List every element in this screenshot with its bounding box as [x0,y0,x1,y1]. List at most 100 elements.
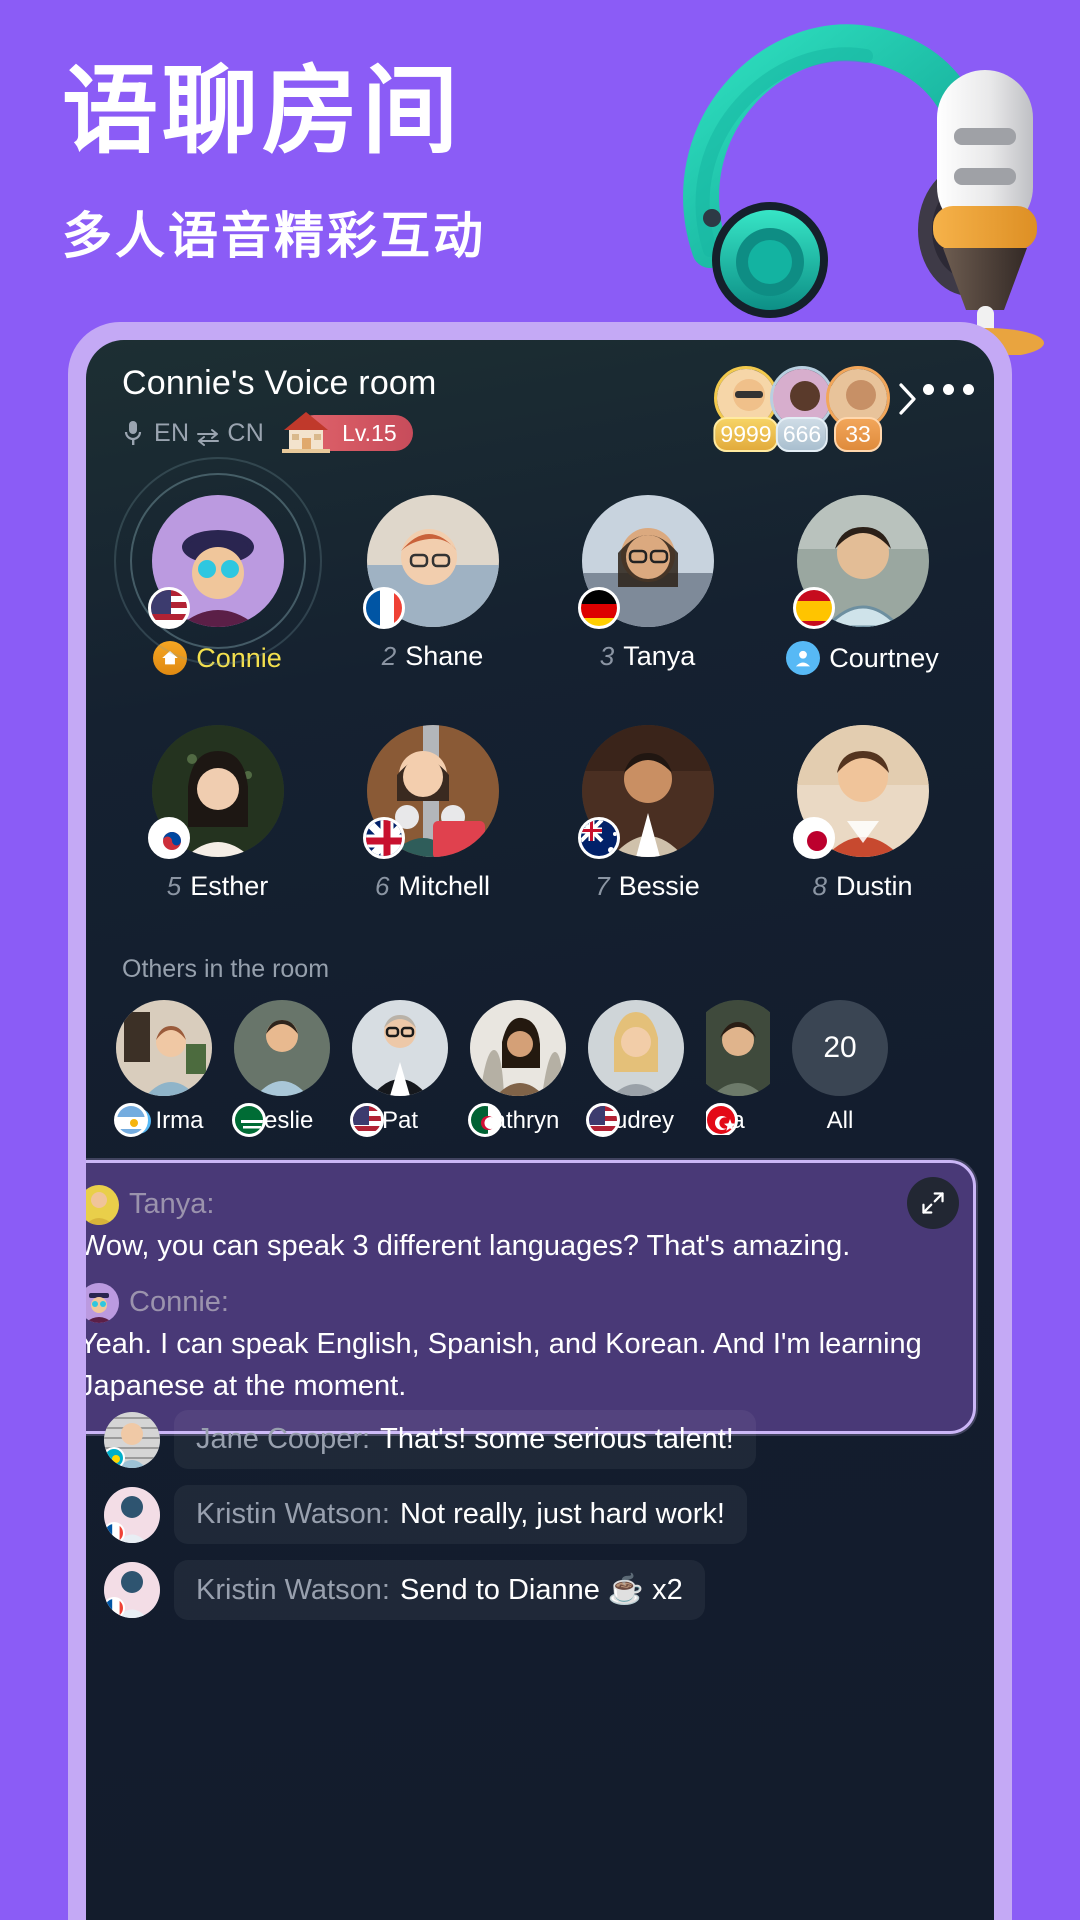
seat-label: 3 Tanya [600,641,696,672]
us-flag-icon [147,587,190,629]
language-to: CN [227,418,265,447]
avatar [86,1283,119,1324]
chat-speaker: Kristin Watson: [196,1498,390,1530]
hero-subtitle: 多人语音精彩互动 [62,208,486,264]
avatar [104,1486,160,1543]
avatar [470,1000,566,1096]
contributor-avatar[interactable]: 9999 [713,366,779,452]
seat-index: 2 [381,641,397,671]
au-flag-icon [577,817,620,859]
speaking-ring [113,457,322,665]
seat-index: 6 [375,871,390,901]
ar-flag-icon [114,1103,148,1137]
seat-name: Tanya [623,641,696,671]
seat-name: Bessie [618,871,700,901]
seat-6[interactable]: 6 Mitchell [325,725,540,902]
avatar [116,1000,212,1096]
jp-flag-icon [792,817,835,859]
app-screen: Connie's Voice room EN CN Lv.15 9999 666… [86,340,994,1920]
fr-flag-icon [104,1521,125,1543]
other-member-pat[interactable]: Pat [350,1000,448,1137]
avatar [352,1000,448,1096]
seat-1[interactable]: Connie [110,457,325,675]
contributor-avatar[interactable]: 666 [770,366,834,452]
top-contributors[interactable]: 9999 666 33 [713,366,890,452]
seat-3[interactable]: 3 Tanya [540,495,755,675]
chat-bubble: Jane Cooper: That's! some serious talent… [174,1410,756,1469]
seat-label: 6 Mitchell [375,871,490,902]
chat-message[interactable]: Kristin Watson: Send to Dianne ☕ x2 [104,1560,976,1620]
all-count: 20 [823,1031,857,1064]
contributor-count: 33 [834,417,882,452]
seat-label: Courtney [786,641,939,675]
seat-index: 3 [599,641,615,671]
other-member-kathryn[interactable]: Kathryn [468,1000,566,1137]
seat-name: Mitchell [398,871,490,901]
other-member-leslie[interactable]: Leslie [232,1000,330,1137]
highlighted-conversation[interactable]: Tanya: Wow, you can speak 3 different la… [86,1160,976,1435]
expand-icon[interactable] [907,1177,959,1229]
seat-label: 8 Dustin [813,871,913,902]
all-count-circle: 20 [792,1000,888,1096]
avatar [104,1411,160,1468]
avatar [588,1000,684,1096]
contributor-count: 9999 [713,417,779,452]
seat-5[interactable]: 5 Esther [110,725,325,902]
seat-2[interactable]: 2 Shane [325,495,540,675]
others-list[interactable]: Irma Leslie Pat Kathryn Audrey 20 All [114,1000,994,1137]
chat-text: Send to Dianne ☕ x2 [399,1574,683,1606]
chat-bubble: Kristin Watson: Not really, just hard wo… [174,1485,747,1544]
hero-title: 语聊房间 [62,58,462,165]
contributor-avatar[interactable]: 33 [826,366,890,452]
seat-7[interactable]: 7 Bessie [540,725,755,902]
all-label: All [826,1107,854,1134]
others-section-title: Others in the room [122,955,330,983]
other-member-ja[interactable]: Ja [706,1000,770,1135]
language-pair: EN CN [154,419,264,448]
other-member-irma[interactable]: Irma [114,1000,212,1137]
seat-index: 7 [595,871,610,901]
dz-flag-icon [468,1103,502,1137]
chat-text: That's! some serious talent! [380,1423,734,1455]
house-icon [278,406,334,458]
seat-label: 5 Esther [167,871,269,902]
seat-index: 8 [812,871,827,901]
seat-8[interactable]: 8 Dustin [755,725,970,902]
avatar [706,1000,770,1096]
more-options-icon[interactable] [923,384,974,395]
seat-name: Courtney [829,642,939,673]
other-member-label: Pat [382,1107,418,1135]
chat-message-list[interactable]: Jane Cooper: That's! some serious talent… [104,1410,976,1636]
swap-arrows-icon [196,424,220,446]
other-member-name: Irma [155,1107,204,1134]
chat-bubble: Kristin Watson: Send to Dianne ☕ x2 [174,1560,705,1620]
view-all-members-button[interactable]: 20 All [792,1000,888,1135]
de-flag-icon [577,587,620,629]
other-member-label: All [827,1107,854,1135]
chat-text: Not really, just hard work! [399,1498,725,1530]
highlight-text: Wow, you can speak 3 different languages… [86,1230,851,1263]
highlight-message: Connie: Yeah. I can speak English, Spani… [86,1281,947,1407]
tr-flag-icon [706,1103,738,1135]
contributor-count: 666 [775,417,829,452]
us-flag-icon [586,1103,620,1137]
phone-frame: Connie's Voice room EN CN Lv.15 9999 666… [68,322,1012,1920]
us-flag-icon [350,1103,384,1137]
chat-message[interactable]: Kristin Watson: Not really, just hard wo… [104,1485,976,1544]
highlight-message: Tanya: Wow, you can speak 3 different la… [86,1183,947,1267]
es-flag-icon [792,587,835,629]
kr-flag-icon [147,817,190,859]
fr-flag-icon [104,1597,125,1618]
other-member-audrey[interactable]: Audrey [586,1000,684,1137]
user-icon [786,641,821,675]
chat-message[interactable]: Jane Cooper: That's! some serious talent… [104,1410,976,1469]
room-level-badge: Lv.15 [282,412,413,453]
seat-name: Shane [405,641,484,671]
sa-flag-icon [232,1103,266,1137]
chevron-right-icon[interactable] [896,382,918,416]
seat-name: Dustin [835,871,913,901]
headphones-microphone-icon [652,10,1072,358]
highlight-speaker: Tanya: [129,1188,215,1220]
seat-4[interactable]: Courtney [755,495,970,675]
room-level-label: Lv.15 [342,419,397,446]
